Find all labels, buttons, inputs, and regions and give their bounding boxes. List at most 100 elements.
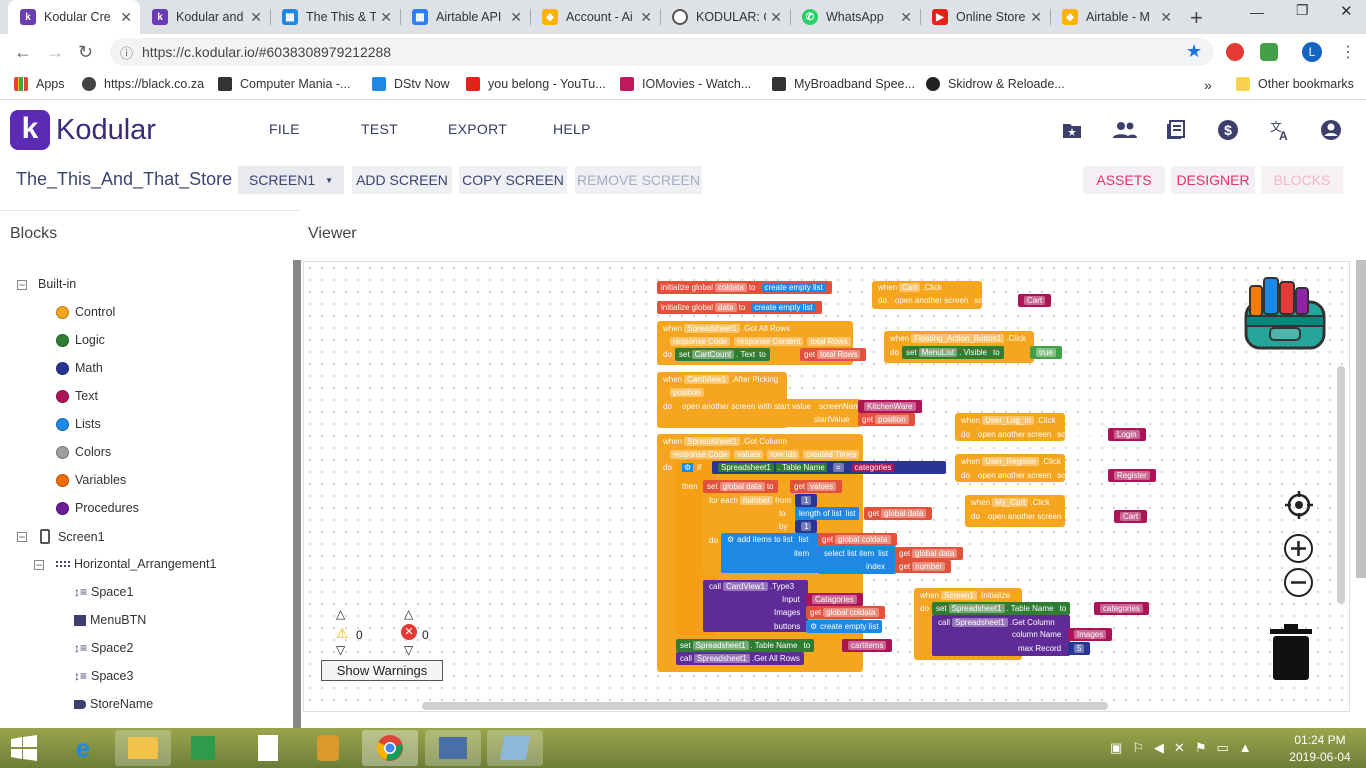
number-1-block[interactable]: 1 — [795, 494, 818, 507]
get-global-data-block[interactable]: get global data — [864, 507, 933, 520]
tab-airtable[interactable]: ◆ Airtable - M ✕ — [1052, 0, 1180, 34]
backpack-icon[interactable] — [1240, 272, 1330, 361]
translate-icon[interactable]: 文A — [1269, 119, 1291, 143]
virtualbox-icon[interactable] — [487, 730, 543, 766]
info-icon[interactable]: ⓘ — [120, 43, 133, 62]
length-of-list-block[interactable]: length of list list — [795, 507, 860, 520]
blank-document-icon[interactable] — [240, 730, 296, 766]
close-window-icon[interactable]: ✕ — [1340, 2, 1353, 20]
close-tab-icon[interactable]: ✕ — [640, 9, 652, 26]
close-tab-icon[interactable]: ✕ — [900, 9, 912, 26]
bookmark-youtube[interactable]: you belong - YouTu... — [466, 77, 606, 91]
designer-button[interactable]: DESIGNER — [1171, 166, 1255, 194]
text-cartitems-block[interactable]: cartitems — [842, 639, 893, 652]
bookmark-apps[interactable]: Apps — [14, 77, 65, 91]
menu-file[interactable]: FILE — [269, 121, 300, 137]
tree-menubtn[interactable]: MenuBTN — [74, 613, 146, 627]
docs-icon[interactable] — [1165, 119, 1187, 141]
init-global-coldata-block[interactable]: initialize global coldata to create empt… — [657, 281, 832, 294]
warning-next-arrow-icon[interactable]: ▽ — [336, 643, 345, 657]
page-scrollbar-thumb[interactable] — [1356, 260, 1366, 578]
error-prev-arrow-icon[interactable]: △ — [404, 607, 413, 621]
tree-builtin[interactable]: Built-in — [38, 277, 76, 291]
vertical-scrollbar[interactable] — [1337, 366, 1345, 604]
get-total-rows-block[interactable]: get total Rows — [800, 348, 867, 361]
tab-whatsapp[interactable]: ✆ WhatsApp ✕ — [792, 0, 920, 34]
set-table-name-categories-block[interactable]: set Spreadsheet1. Table Name to — [932, 602, 1071, 615]
close-tab-icon[interactable]: ✕ — [510, 9, 522, 26]
bookmark-dstv[interactable]: DStv Now — [372, 77, 450, 91]
text-catagories-block[interactable]: Catagories — [806, 593, 863, 606]
account-icon[interactable] — [1320, 119, 1342, 141]
collapse-arrangement-icon[interactable]: − — [34, 559, 44, 571]
tab-kodular-creator[interactable]: k Kodular Cre ✕ — [8, 0, 140, 34]
tree-logic[interactable]: Logic — [56, 333, 105, 347]
windows-start-icon[interactable] — [10, 735, 38, 761]
get-position-block[interactable]: get position — [858, 413, 915, 426]
forward-icon[interactable]: → — [46, 42, 64, 63]
get-values-block[interactable]: get values — [790, 480, 843, 493]
restore-window-icon[interactable]: ❐ — [1296, 2, 1309, 19]
menu-help[interactable]: HELP — [553, 121, 591, 137]
collapse-builtin-icon[interactable]: − — [17, 279, 27, 291]
set-table-name-cartitems-block[interactable]: set Spreadsheet1. Table Name to — [676, 639, 815, 652]
internet-explorer-icon[interactable]: e — [55, 730, 111, 766]
tree-control[interactable]: Control — [56, 305, 115, 319]
bookmark-star-icon[interactable]: ★ — [1186, 41, 1202, 62]
tree-colors[interactable]: Colors — [56, 445, 111, 459]
profile-avatar[interactable]: L — [1302, 42, 1322, 62]
recenter-icon[interactable] — [1284, 490, 1314, 520]
warning-prev-arrow-icon[interactable]: △ — [336, 607, 345, 621]
other-bookmarks[interactable]: Other bookmarks — [1236, 77, 1354, 91]
collapse-screen1-icon[interactable]: − — [17, 531, 27, 543]
tab-kodular-and[interactable]: k Kodular and ✕ — [142, 0, 270, 34]
trash-icon[interactable] — [1270, 624, 1312, 682]
text-register-block[interactable]: Register — [1108, 469, 1156, 482]
close-tab-icon[interactable]: ✕ — [120, 9, 132, 26]
tab-online-store[interactable]: ▶ Online Store ✕ — [922, 0, 1050, 34]
tree-storename[interactable]: StoreName — [74, 697, 153, 711]
copy-screen-button[interactable]: COPY SCREEN — [459, 166, 567, 194]
create-empty-list-block[interactable]: ⚙ create empty list — [806, 620, 883, 633]
remove-screen-button[interactable]: REMOVE SCREEN — [575, 166, 702, 194]
tab-kodular-community[interactable]: KODULAR: C ✕ — [662, 0, 790, 34]
menu-test[interactable]: TEST — [361, 121, 398, 137]
file-explorer-icon[interactable] — [115, 730, 171, 766]
tree-math[interactable]: Math — [56, 361, 103, 375]
number-5-block[interactable]: 5 — [1068, 642, 1091, 655]
windows-store-icon[interactable] — [175, 730, 231, 766]
bookmark-iomovies[interactable]: IOMovies - Watch... — [620, 77, 751, 91]
tree-space3[interactable]: ↕≡ Space3 — [74, 669, 133, 683]
tree-procedures[interactable]: Procedures — [56, 501, 139, 515]
kodular-logo-icon[interactable]: k — [10, 110, 50, 150]
assets-button[interactable]: ASSETS — [1083, 166, 1165, 194]
tree-screen1[interactable]: Screen1 — [40, 529, 105, 544]
minimize-window-icon[interactable]: — — [1250, 4, 1264, 20]
bookmark-skidrow[interactable]: Skidrow & Reloade... — [926, 77, 1065, 91]
community-icon[interactable] — [1113, 119, 1137, 141]
show-warnings-button[interactable]: Show Warnings — [321, 660, 443, 681]
taskbar-time[interactable]: 01:24 PM — [1285, 733, 1355, 747]
chrome-taskbar-icon[interactable] — [362, 730, 418, 766]
tab-store-sheet[interactable]: ▦ The This & T ✕ — [272, 0, 400, 34]
chrome-menu-icon[interactable]: ⋮ — [1340, 42, 1356, 62]
screen-select[interactable]: SCREEN1 ▼ — [238, 166, 344, 194]
url-input[interactable]: ⓘ https://c.kodular.io/#6038308979212288… — [110, 38, 1214, 66]
text-images-block[interactable]: Images — [1068, 628, 1113, 641]
init-global-data-block[interactable]: initialize global data to create empty l… — [657, 301, 822, 314]
tab-airtable-api[interactable]: ▦ Airtable API ✕ — [402, 0, 530, 34]
tree-lists[interactable]: Lists — [56, 417, 101, 431]
tree-space2[interactable]: ↕≡ Space2 — [74, 641, 133, 655]
get-number-block[interactable]: get number — [895, 560, 952, 573]
bookmark-computer-mania[interactable]: Computer Mania -... — [218, 77, 350, 91]
menu-export[interactable]: EXPORT — [448, 121, 507, 137]
more-bookmarks-button[interactable]: » — [1204, 77, 1212, 93]
my-projects-icon[interactable] — [1061, 119, 1083, 141]
tree-variables[interactable]: Variables — [56, 473, 126, 487]
get-global-data-2-block[interactable]: get global data — [895, 547, 964, 560]
get-global-coldata-2-block[interactable]: get global coldata — [806, 606, 885, 619]
notes-app-icon[interactable] — [300, 730, 356, 766]
text-login-block[interactable]: Login — [1108, 428, 1146, 441]
text-categories-block[interactable]: categories — [1094, 602, 1149, 615]
number-1-by-block[interactable]: 1 — [795, 520, 818, 533]
